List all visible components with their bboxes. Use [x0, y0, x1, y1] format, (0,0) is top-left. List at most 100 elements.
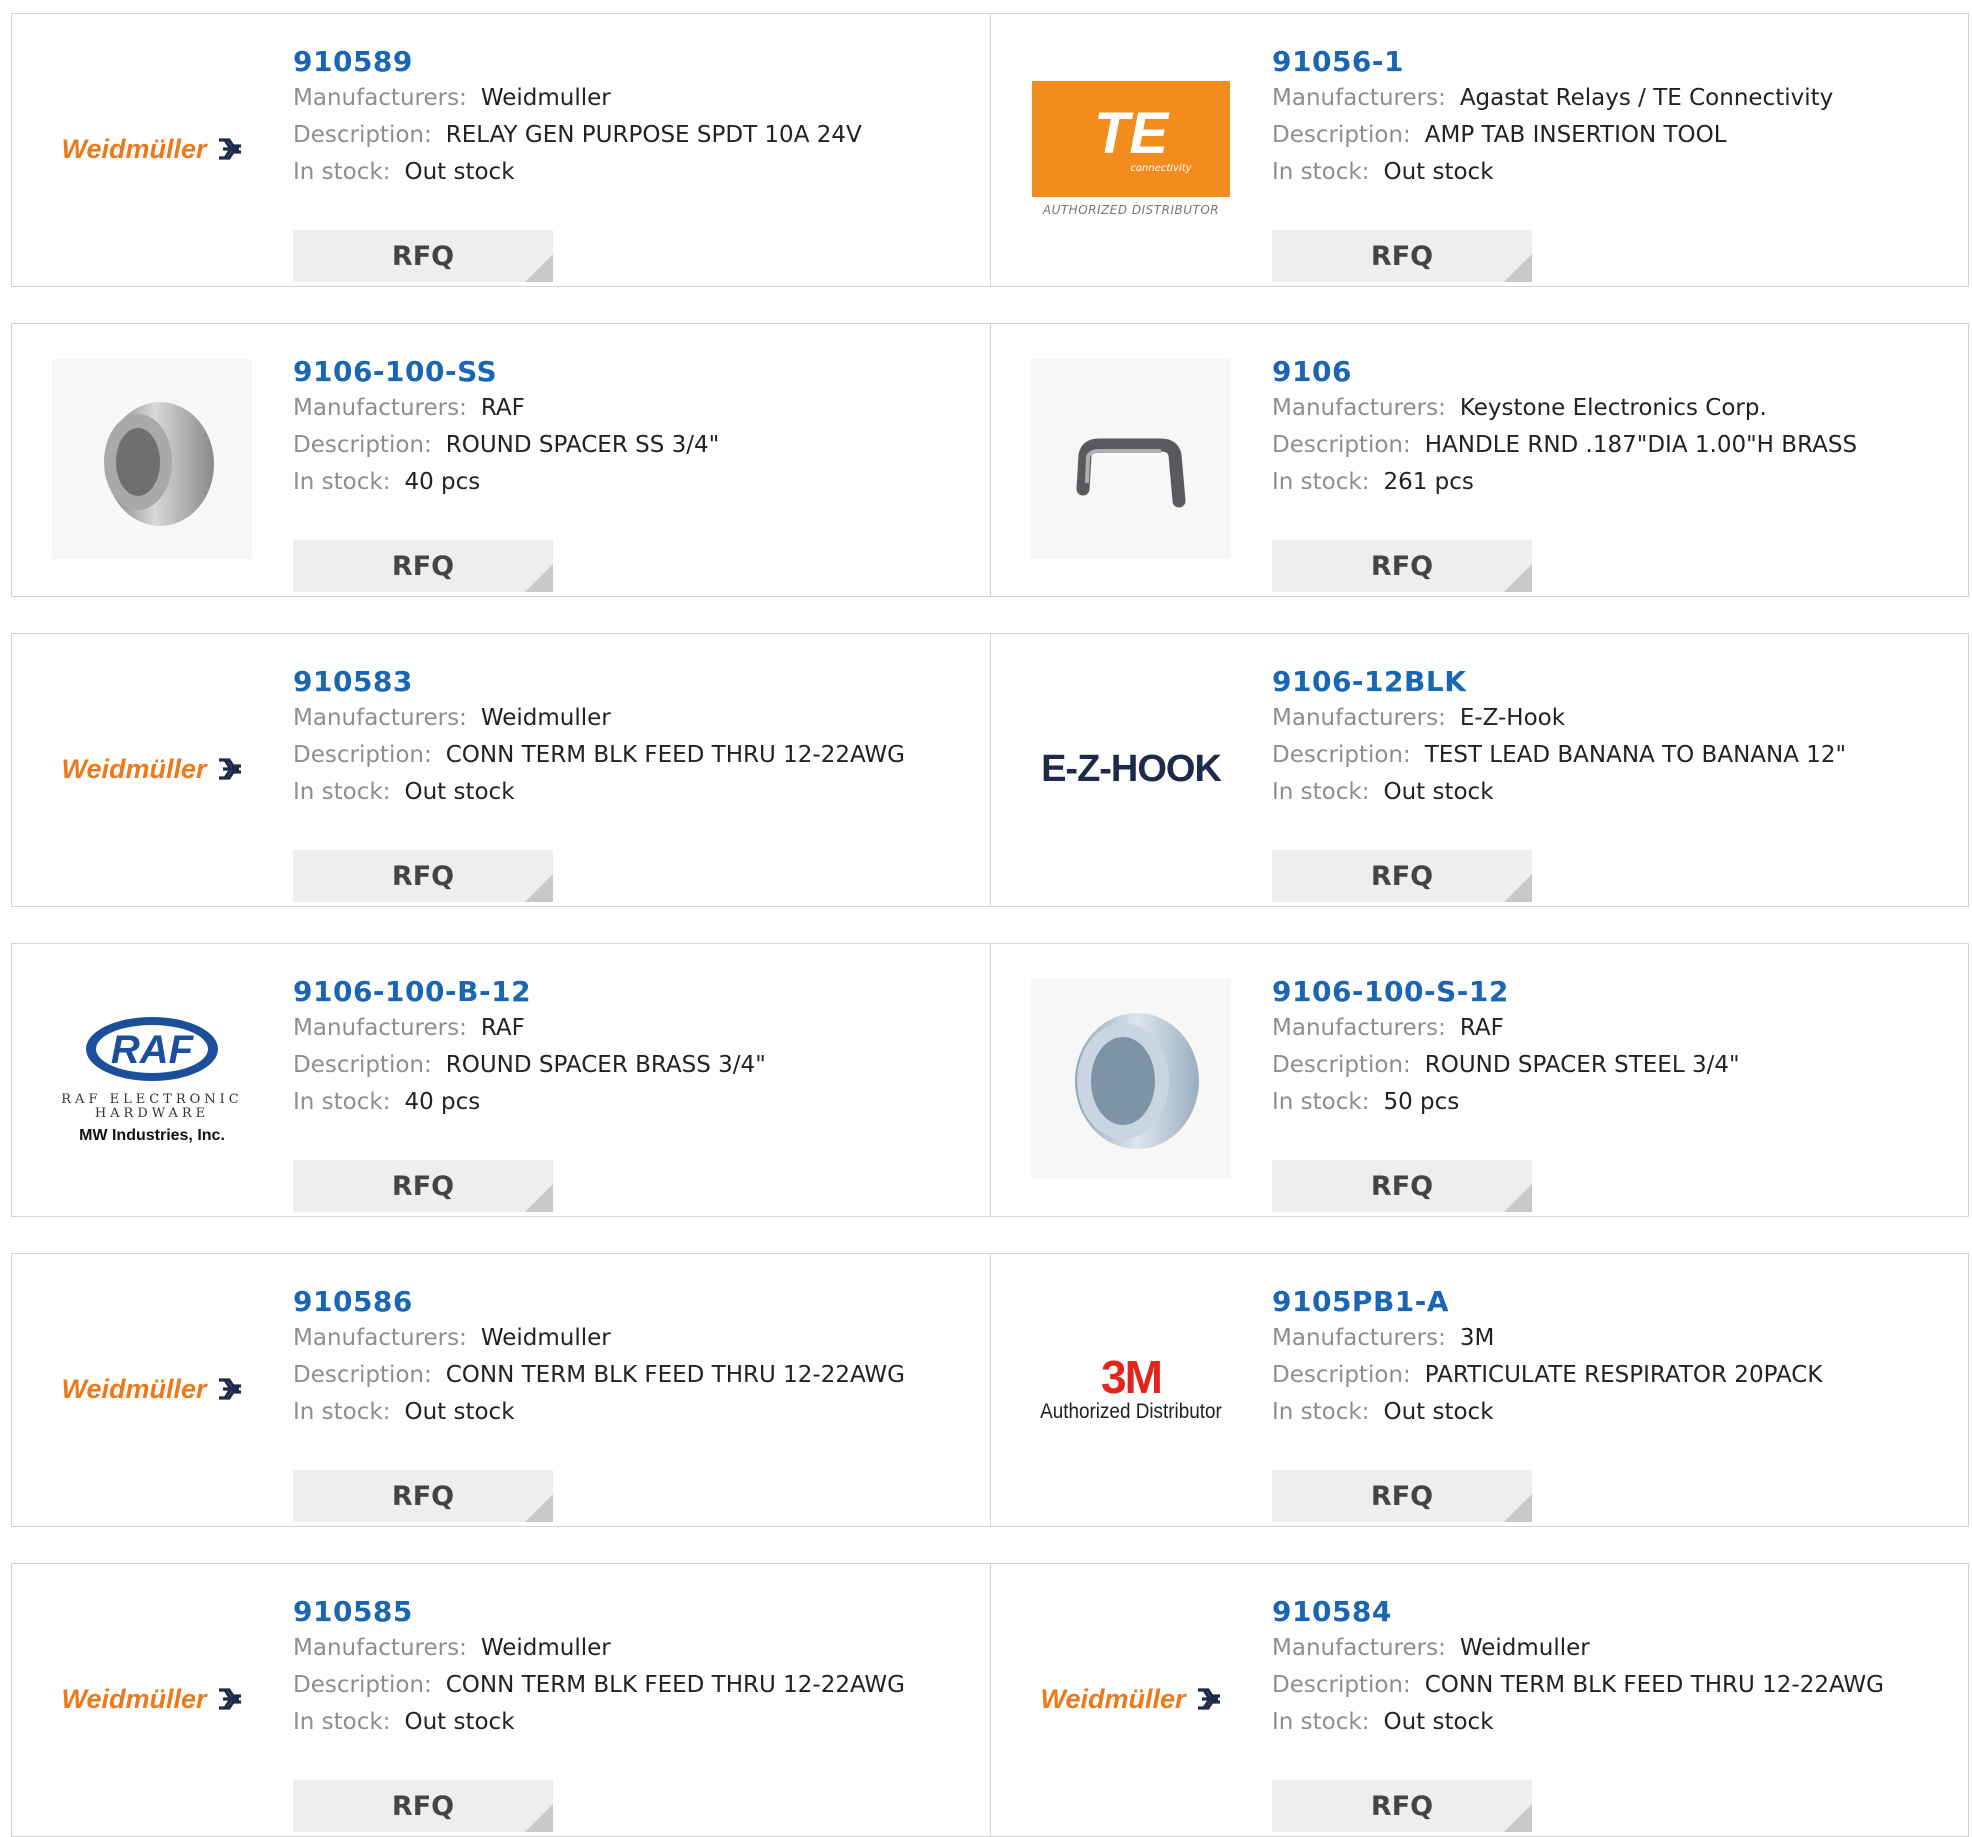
manufacturer-label: Manufacturers: [293, 1325, 467, 1351]
rfq-button[interactable]: RFQ [1272, 230, 1532, 282]
part-number-link[interactable]: 910589 [293, 44, 973, 80]
description-line: Description: HANDLE RND .187"DIA 1.00"H B… [1272, 427, 1952, 464]
te-logo-subtext: connectivity [1130, 162, 1192, 174]
te-logo-box: TE connectivity [1032, 81, 1230, 197]
manufacturer-value: 3M [1459, 1325, 1495, 1351]
stock-line: In stock: Out stock [1272, 1704, 1952, 1741]
rfq-button[interactable]: RFQ [293, 1160, 553, 1212]
manufacturer-label: Manufacturers: [1272, 705, 1446, 731]
manufacturer-label: Manufacturers: [293, 1015, 467, 1041]
product-info: 910583 Manufacturers: Weidmuller Descript… [293, 664, 973, 902]
part-number-link[interactable]: 910586 [293, 1284, 973, 1320]
manufacturer-line: Manufacturers: Agastat Relays / TE Connec… [1272, 80, 1952, 117]
part-number-link[interactable]: 9106-12BLK [1272, 664, 1952, 700]
weidmuller-logo-text: Weidmüller [61, 133, 207, 164]
product-row: Weidmüller 910589 Manufacturers: Weidmull… [11, 13, 1969, 287]
stock-line: In stock: Out stock [293, 154, 973, 191]
description-line: Description: TEST LEAD BANANA TO BANANA 1… [1272, 737, 1952, 774]
product-thumbnail[interactable]: Weidmüller [50, 1596, 254, 1802]
manufacturer-line: Manufacturers: RAF [293, 1010, 973, 1047]
stock-label: In stock: [1272, 1709, 1370, 1735]
part-number-link[interactable]: 9105PB1-A [1272, 1284, 1952, 1320]
part-number-link[interactable]: 910585 [293, 1594, 973, 1630]
product-thumbnail[interactable]: Weidmüller [50, 1286, 254, 1492]
weidmuller-symbol-icon [218, 1378, 241, 1400]
rfq-label: RFQ [391, 860, 455, 892]
product-card: 9106-100-S-12 Manufacturers: RAF Descript… [990, 944, 1969, 1216]
rfq-button[interactable]: RFQ [293, 1470, 553, 1522]
description-label: Description: [293, 122, 432, 148]
product-info: 9106-100-B-12 Manufacturers: RAF Descript… [293, 974, 973, 1212]
part-number-link[interactable]: 9106-100-B-12 [293, 974, 973, 1010]
part-number-link[interactable]: 910583 [293, 664, 973, 700]
rfq-button[interactable]: RFQ [1272, 850, 1532, 902]
weidmuller-logo-text: Weidmüller [61, 1683, 207, 1714]
rfq-label: RFQ [1370, 1480, 1434, 1512]
rfq-button[interactable]: RFQ [293, 230, 553, 282]
description-label: Description: [1272, 432, 1411, 458]
manufacturer-value: RAF [1459, 1015, 1504, 1041]
product-row: 9106-100-SS Manufacturers: RAF Descriptio… [11, 323, 1969, 597]
manufacturer-value: RAF [480, 1015, 525, 1041]
rfq-button[interactable]: RFQ [293, 1780, 553, 1832]
rfq-button[interactable]: RFQ [1272, 1470, 1532, 1522]
rfq-button[interactable]: RFQ [1272, 1780, 1532, 1832]
product-thumbnail[interactable] [1029, 356, 1233, 562]
stock-label: In stock: [1272, 469, 1370, 495]
description-value: ROUND SPACER SS 3/4" [445, 432, 720, 458]
product-thumbnail[interactable]: E-Z-HOOK [1029, 666, 1233, 872]
product-thumbnail[interactable]: Weidmüller [50, 666, 254, 872]
part-number-link[interactable]: 9106 [1272, 354, 1952, 390]
product-thumbnail[interactable] [1029, 976, 1233, 1182]
description-line: Description: ROUND SPACER BRASS 3/4" [293, 1047, 973, 1084]
product-thumbnail[interactable]: TE connectivity AUTHORIZED DISTRIBUTOR [1029, 46, 1233, 252]
product-info: 91056-1 Manufacturers: Agastat Relays / T… [1272, 44, 1952, 282]
rfq-button[interactable]: RFQ [1272, 1160, 1532, 1212]
rfq-corner-decoration [1504, 254, 1532, 282]
description-label: Description: [293, 1052, 432, 1078]
stock-label: In stock: [293, 1709, 391, 1735]
part-number-link[interactable]: 9106-100-SS [293, 354, 973, 390]
description-value: HANDLE RND .187"DIA 1.00"H BRASS [1424, 432, 1858, 458]
weidmuller-symbol-icon [218, 138, 241, 160]
rfq-corner-decoration [525, 874, 553, 902]
description-label: Description: [1272, 1052, 1411, 1078]
manufacturer-line: Manufacturers: Weidmuller [293, 1630, 973, 1667]
rfq-corner-decoration [1504, 1184, 1532, 1212]
ezhook-logo: E-Z-HOOK [1041, 747, 1222, 790]
product-card: Weidmüller 910585 Manufacturers: Weidmull… [12, 1564, 990, 1836]
raf-subtitle-line2: HARDWARE [94, 1106, 210, 1121]
part-number-link[interactable]: 910584 [1272, 1594, 1952, 1630]
product-thumbnail[interactable]: 3M Authorized Distributor [1029, 1286, 1233, 1492]
rfq-button[interactable]: RFQ [1272, 540, 1532, 592]
spacer-steel-product-photo [1031, 979, 1231, 1179]
product-info: 910586 Manufacturers: Weidmuller Descript… [293, 1284, 973, 1522]
handle-product-photo [1031, 359, 1231, 559]
part-number-link[interactable]: 9106-100-S-12 [1272, 974, 1952, 1010]
rfq-button[interactable]: RFQ [293, 850, 553, 902]
rfq-button[interactable]: RFQ [293, 540, 553, 592]
manufacturer-value: Keystone Electronics Corp. [1459, 395, 1767, 421]
product-thumbnail[interactable]: Weidmüller [50, 46, 254, 252]
rfq-corner-decoration [1504, 564, 1532, 592]
product-thumbnail[interactable]: Weidmüller [1029, 1596, 1233, 1802]
product-thumbnail[interactable] [50, 356, 254, 562]
rfq-label: RFQ [391, 550, 455, 582]
3m-logo-text: 3M [1101, 1351, 1163, 1403]
product-thumbnail[interactable]: RAF RAF ELECTRONIC HARDWARE MW Industries, … [50, 976, 254, 1182]
stock-line: In stock: Out stock [1272, 774, 1952, 811]
description-line: Description: CONN TERM BLK FEED THRU 12-2… [1272, 1667, 1952, 1704]
manufacturer-line: Manufacturers: RAF [1272, 1010, 1952, 1047]
stock-line: In stock: 40 pcs [293, 1084, 973, 1121]
manufacturer-line: Manufacturers: E-Z-Hook [1272, 700, 1952, 737]
description-line: Description: PARTICULATE RESPIRATOR 20PAC… [1272, 1357, 1952, 1394]
manufacturer-value: E-Z-Hook [1459, 705, 1566, 731]
description-value: AMP TAB INSERTION TOOL [1424, 122, 1727, 148]
stock-label: In stock: [1272, 779, 1370, 805]
part-number-link[interactable]: 91056-1 [1272, 44, 1952, 80]
product-row: Weidmüller 910583 Manufacturers: Weidmull… [11, 633, 1969, 907]
description-value: CONN TERM BLK FEED THRU 12-22AWG [445, 742, 905, 768]
weidmuller-logo-text: Weidmüller [1040, 1683, 1186, 1714]
product-info: 9106-100-SS Manufacturers: RAF Descriptio… [293, 354, 973, 592]
description-label: Description: [1272, 122, 1411, 148]
